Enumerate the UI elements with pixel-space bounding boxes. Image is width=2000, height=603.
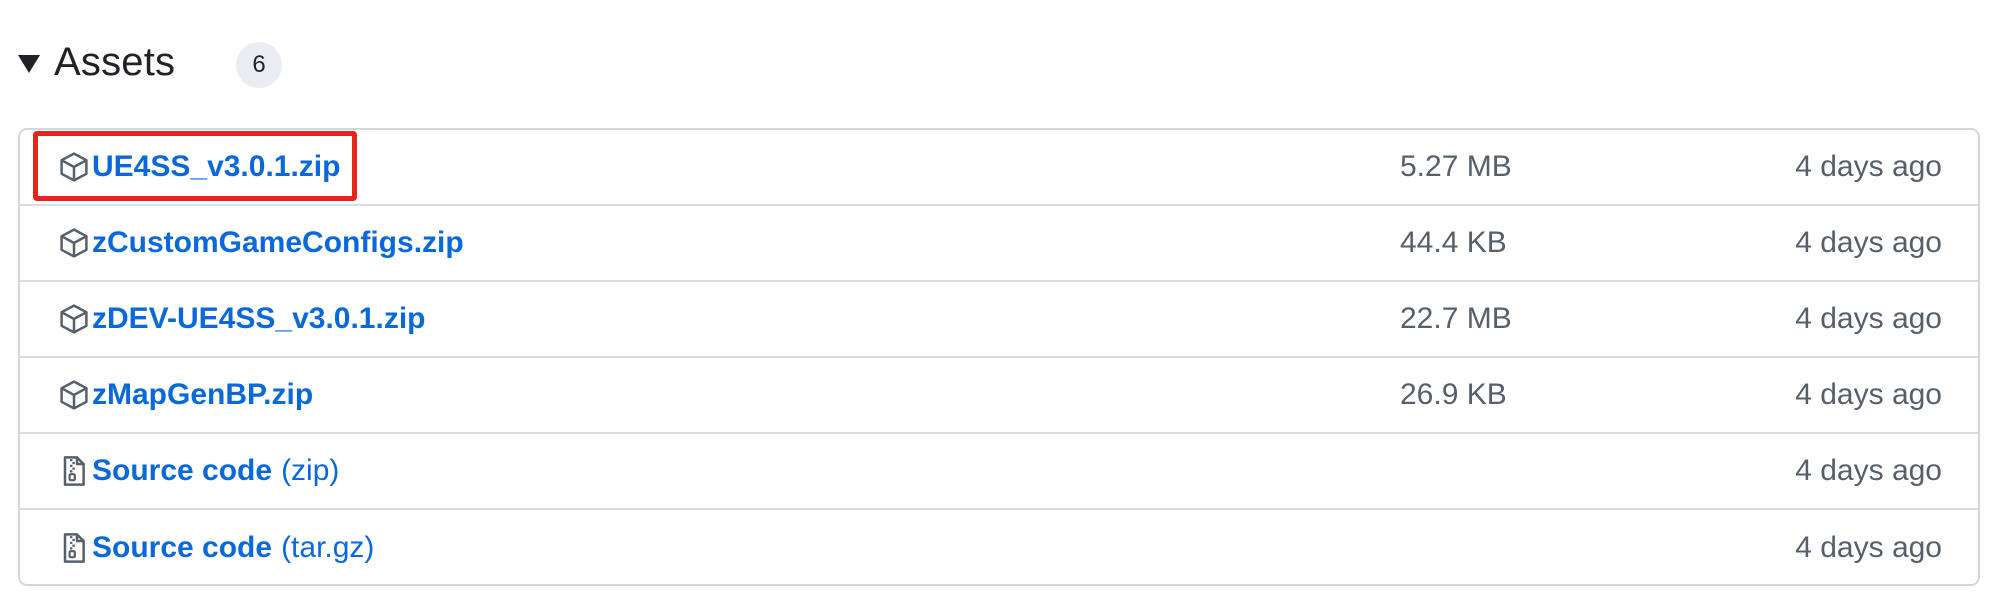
asset-row: UE4SS_v3.0.1.zip 5.27 MB 4 days ago	[20, 130, 1978, 206]
asset-date: 4 days ago	[1795, 150, 1942, 183]
package-icon	[58, 379, 90, 411]
file-zip-icon	[58, 532, 90, 564]
asset-row: zDEV-UE4SS_v3.0.1.zip 22.7 MB 4 days ago	[20, 282, 1978, 358]
package-icon	[58, 151, 90, 183]
asset-date: 4 days ago	[1795, 531, 1942, 564]
asset-link-source-targz[interactable]: Source code (tar.gz)	[58, 510, 375, 584]
asset-link-zcustomgameconfigs[interactable]: zCustomGameConfigs.zip	[58, 206, 464, 280]
file-zip-icon	[58, 455, 90, 487]
assets-title: Assets	[54, 39, 176, 84]
asset-name: Source code	[92, 531, 273, 564]
asset-size: 5.27 MB	[1400, 150, 1512, 183]
asset-name: zMapGenBP.zip	[92, 378, 314, 411]
asset-row: zCustomGameConfigs.zip 44.4 KB 4 days ag…	[20, 206, 1978, 282]
asset-date: 4 days ago	[1795, 302, 1942, 335]
asset-row: zMapGenBP.zip 26.9 KB 4 days ago	[20, 358, 1978, 434]
asset-name: zDEV-UE4SS_v3.0.1.zip	[92, 302, 426, 335]
triangle-down-icon	[18, 55, 40, 73]
asset-link-source-zip[interactable]: Source code (zip)	[58, 434, 339, 508]
asset-name: Source code	[92, 454, 273, 487]
package-icon	[58, 227, 90, 259]
asset-row: Source code (zip) 4 days ago	[20, 434, 1978, 510]
asset-format: (tar.gz)	[281, 531, 375, 564]
assets-list: UE4SS_v3.0.1.zip 5.27 MB 4 days ago zCus…	[18, 128, 1980, 586]
asset-row: Source code (tar.gz) 4 days ago	[20, 510, 1978, 584]
asset-name: zCustomGameConfigs.zip	[92, 226, 464, 259]
asset-size: 44.4 KB	[1400, 226, 1507, 259]
asset-format: (zip)	[281, 454, 340, 487]
asset-link-zmapgenbp[interactable]: zMapGenBP.zip	[58, 358, 313, 432]
asset-size: 22.7 MB	[1400, 302, 1512, 335]
package-icon	[58, 303, 90, 335]
asset-link-zdev-ue4ss[interactable]: zDEV-UE4SS_v3.0.1.zip	[58, 282, 426, 356]
asset-size: 26.9 KB	[1400, 378, 1507, 411]
assets-toggle[interactable]: Assets	[18, 34, 175, 90]
asset-date: 4 days ago	[1795, 454, 1942, 487]
asset-date: 4 days ago	[1795, 378, 1942, 411]
asset-name: UE4SS_v3.0.1.zip	[92, 150, 341, 183]
asset-link-ue4ss[interactable]: UE4SS_v3.0.1.zip	[58, 130, 340, 204]
asset-date: 4 days ago	[1795, 226, 1942, 259]
assets-count-badge: 6	[236, 42, 282, 88]
